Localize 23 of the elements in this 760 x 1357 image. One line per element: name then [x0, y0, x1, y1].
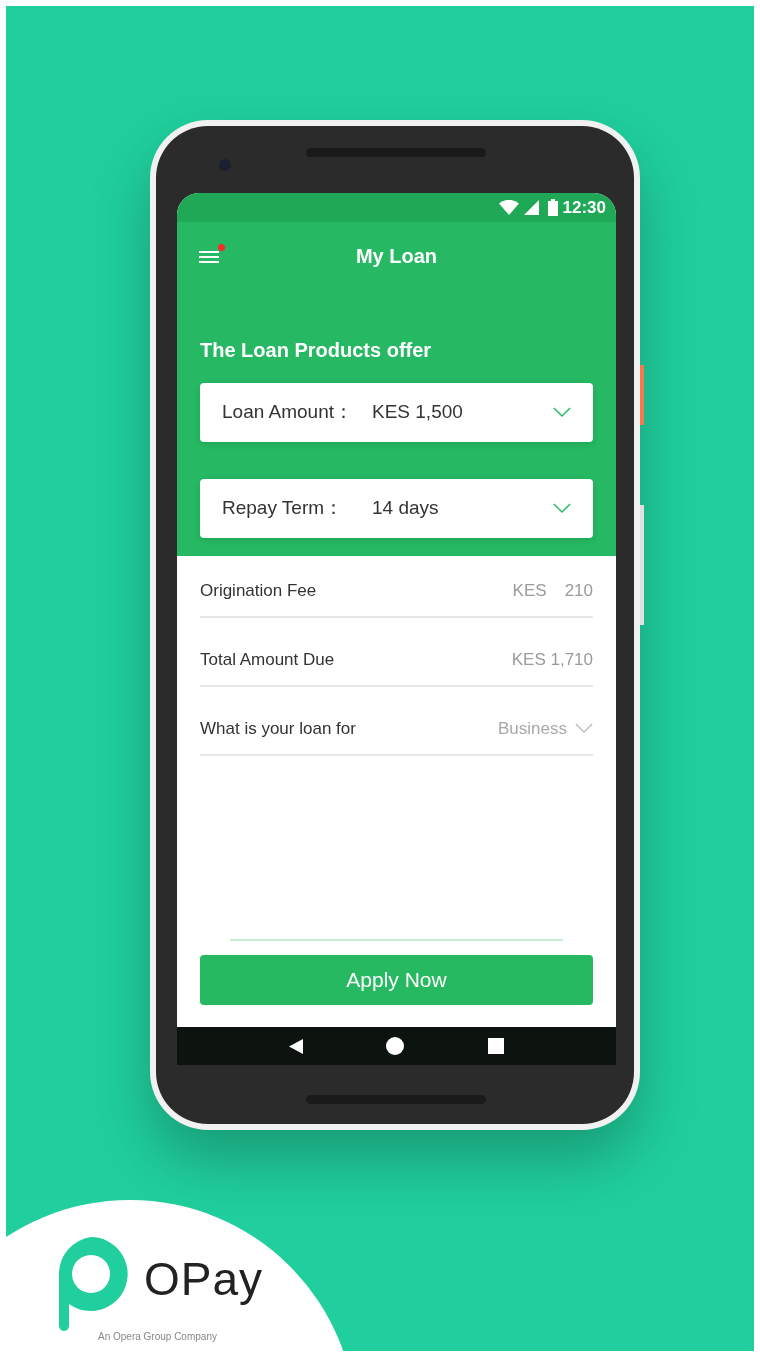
loan-dropdown[interactable]: Loan Amount： KES 1,500: [200, 383, 593, 442]
offer-title: The Loan Products offer: [200, 338, 433, 362]
row-label: What is your loan for: [200, 717, 356, 740]
loan-dropdown[interactable]: Repay Term： 14 days: [200, 479, 593, 538]
amount-text: 210: [564, 579, 593, 602]
back-icon[interactable]: [288, 1038, 303, 1054]
wifi-icon: [498, 200, 519, 215]
screen-title: My Loan: [355, 244, 438, 269]
currency-text: KES: [512, 579, 547, 602]
chevron-down-icon: [553, 503, 571, 514]
row-label: Origination Fee: [200, 579, 317, 602]
status-time: 12:30: [562, 196, 606, 219]
signal-icon: [523, 200, 539, 215]
battery-icon: [547, 199, 558, 216]
menu-button[interactable]: [199, 245, 223, 265]
recents-icon[interactable]: [488, 1038, 505, 1054]
brand-name: OPay: [144, 1251, 264, 1307]
chevron-down-icon: [575, 723, 593, 734]
brand-tagline: An Opera Group Company: [98, 1330, 218, 1344]
row-label: Total Amount Due: [200, 648, 335, 671]
home-icon[interactable]: [386, 1037, 405, 1055]
chevron-down-icon: [553, 407, 571, 418]
amount-text: KES 1,710: [511, 648, 593, 671]
